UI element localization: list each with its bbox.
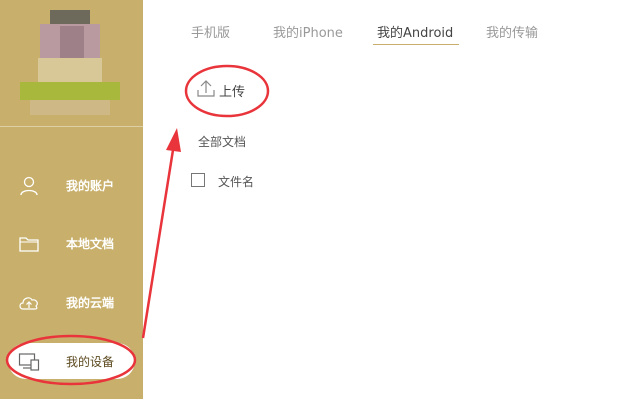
tab-my-transfer[interactable]: 我的传输 bbox=[486, 22, 538, 41]
sidebar-item-label: 我的云端 bbox=[66, 296, 115, 310]
annotation-arrow-head bbox=[166, 128, 181, 152]
sidebar-divider bbox=[0, 126, 143, 127]
select-all-checkbox[interactable] bbox=[191, 173, 205, 187]
upload-icon bbox=[197, 80, 215, 97]
cloud-upload-icon bbox=[18, 292, 40, 314]
tab-mobile[interactable]: 手机版 bbox=[191, 22, 230, 41]
app-window: 我的账户 本地文档 我的云端 我的设备 手机版 我的iPhone 我的Andro… bbox=[0, 0, 622, 399]
sidebar-item-label: 本地文档 bbox=[66, 237, 115, 251]
tab-my-android[interactable]: 我的Android bbox=[377, 22, 453, 41]
sidebar: 我的账户 本地文档 我的云端 我的设备 bbox=[0, 0, 143, 399]
folder-icon bbox=[18, 233, 40, 255]
column-header-filename: 文件名 bbox=[218, 175, 255, 189]
devices-icon bbox=[18, 351, 40, 373]
sidebar-item-label: 我的设备 bbox=[66, 355, 115, 369]
tab-my-iphone[interactable]: 我的iPhone bbox=[273, 22, 343, 41]
sidebar-item-my-account[interactable]: 我的账户 bbox=[0, 166, 143, 206]
sidebar-item-local-docs[interactable]: 本地文档 bbox=[0, 224, 143, 264]
upload-label: 上传 bbox=[219, 85, 246, 100]
avatar[interactable] bbox=[20, 10, 120, 115]
user-icon bbox=[18, 175, 40, 197]
annotation-arrow-line bbox=[141, 149, 175, 339]
active-tab-underline bbox=[373, 44, 459, 45]
sidebar-item-my-devices[interactable]: 我的设备 bbox=[0, 342, 143, 382]
all-documents-label: 全部文档 bbox=[198, 135, 247, 149]
sidebar-item-label: 我的账户 bbox=[66, 179, 115, 193]
sidebar-item-my-cloud[interactable]: 我的云端 bbox=[0, 283, 143, 323]
